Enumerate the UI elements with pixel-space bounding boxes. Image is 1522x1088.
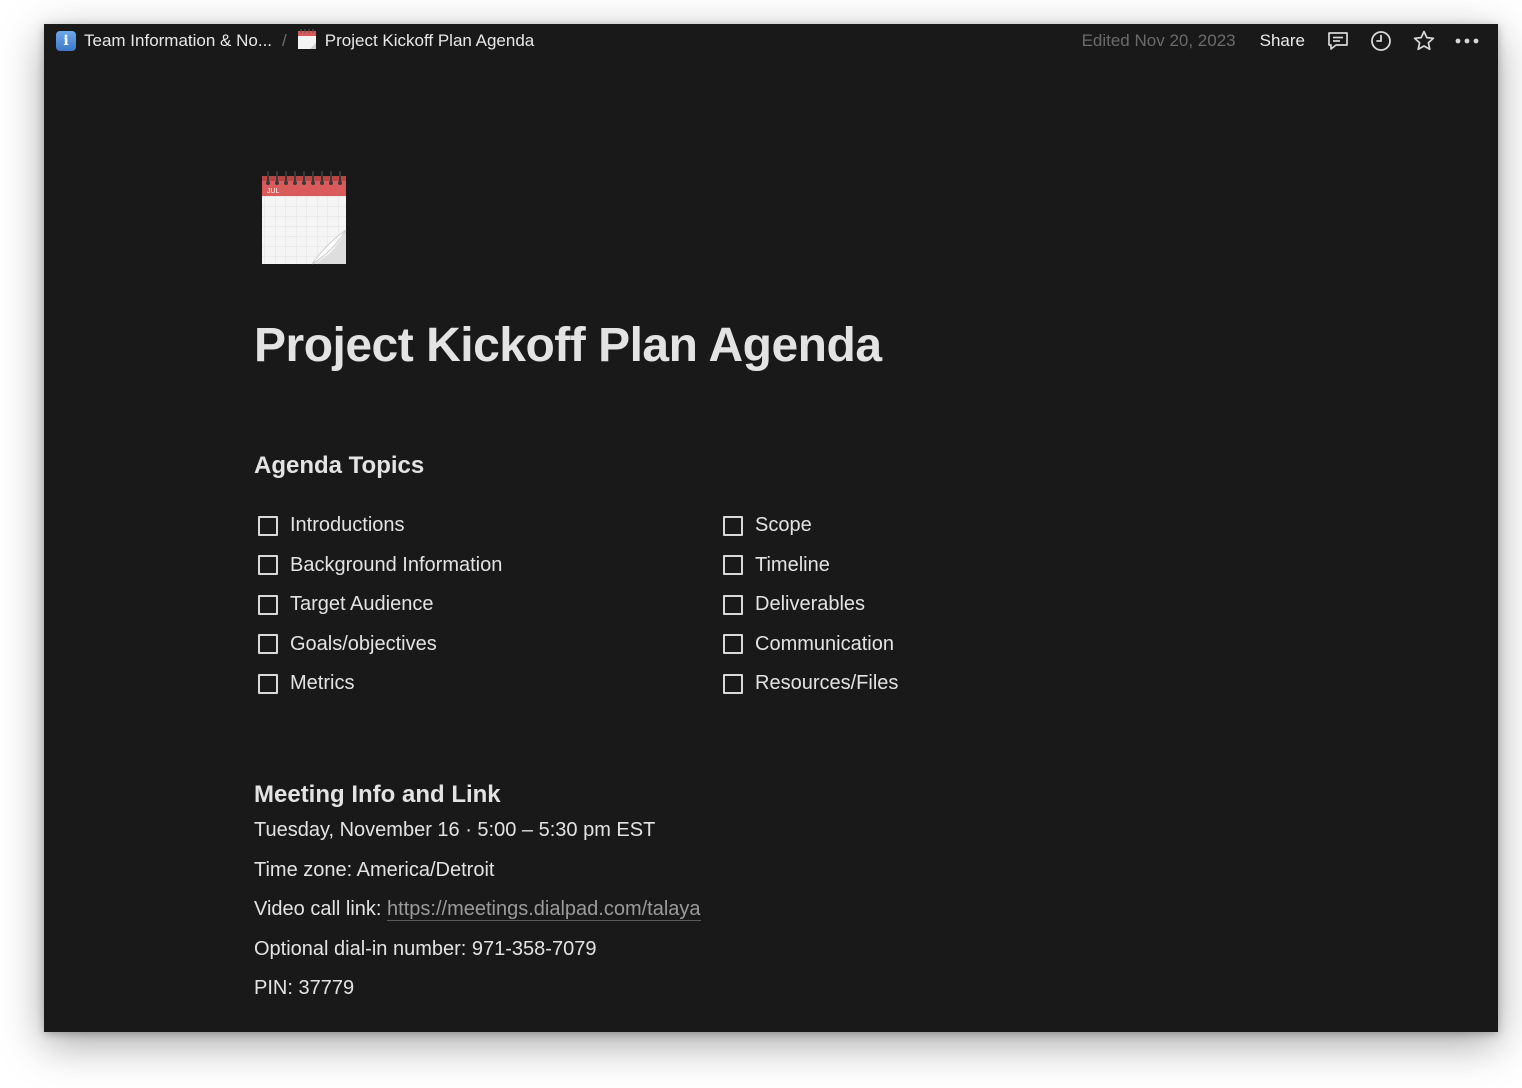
breadcrumb: i Team Information & No... / Project Kic… bbox=[44, 27, 538, 55]
todo-label[interactable]: Communication bbox=[755, 633, 894, 656]
todo-item: Communication bbox=[719, 625, 898, 665]
meeting-pin[interactable]: PIN: 37779 bbox=[254, 975, 701, 1015]
video-call-link[interactable]: https://meetings.dialpad.com/talaya bbox=[387, 898, 701, 921]
meeting-dial-in[interactable]: Optional dial-in number: 971-358-7079 bbox=[254, 936, 701, 976]
video-link-prefix[interactable]: Video call link: bbox=[254, 898, 387, 920]
agenda-heading[interactable]: Agenda Topics bbox=[254, 452, 424, 480]
meeting-info: Tuesday, November 16 · 5:00 – 5:30 pm ES… bbox=[254, 817, 701, 1015]
breadcrumb-current[interactable]: Project Kickoff Plan Agenda bbox=[293, 27, 539, 55]
todo-checkbox[interactable] bbox=[258, 634, 278, 655]
todo-checkbox[interactable] bbox=[723, 634, 743, 655]
todo-label[interactable]: Metrics bbox=[290, 672, 354, 695]
top-bar: i Team Information & No... / Project Kic… bbox=[44, 24, 1498, 58]
todo-item: Target Audience bbox=[254, 585, 502, 625]
todo-label[interactable]: Target Audience bbox=[290, 593, 433, 616]
page-title[interactable]: Project Kickoff Plan Agenda bbox=[254, 318, 882, 373]
meeting-heading[interactable]: Meeting Info and Link bbox=[254, 781, 501, 809]
todo-checkbox[interactable] bbox=[723, 555, 743, 576]
todo-checkbox[interactable] bbox=[258, 515, 278, 536]
todo-checkbox[interactable] bbox=[723, 515, 743, 536]
todo-label[interactable]: Resources/Files bbox=[755, 672, 898, 695]
todo-item: Introductions bbox=[254, 506, 502, 546]
comment-icon[interactable] bbox=[1323, 26, 1353, 56]
todo-checkbox[interactable] bbox=[723, 594, 743, 615]
breadcrumb-parent[interactable]: i Team Information & No... bbox=[52, 27, 276, 55]
todo-item: Scope bbox=[719, 506, 898, 546]
clock-icon[interactable] bbox=[1366, 26, 1396, 56]
agenda-left-column: Introductions Background Information Tar… bbox=[254, 506, 502, 704]
todo-checkbox[interactable] bbox=[258, 555, 278, 576]
todo-label[interactable]: Timeline bbox=[755, 554, 830, 577]
todo-label[interactable]: Deliverables bbox=[755, 593, 865, 616]
breadcrumb-parent-label: Team Information & No... bbox=[84, 31, 273, 50]
meeting-datetime[interactable]: Tuesday, November 16 · 5:00 – 5:30 pm ES… bbox=[254, 817, 701, 857]
page-calendar-icon[interactable]: JUL bbox=[254, 166, 350, 268]
todo-item: Timeline bbox=[719, 546, 898, 586]
info-icon: i bbox=[56, 31, 76, 51]
calendar-month-label: JUL bbox=[267, 188, 280, 195]
todo-label[interactable]: Scope bbox=[755, 514, 812, 537]
star-icon[interactable] bbox=[1409, 26, 1439, 56]
meeting-timezone[interactable]: Time zone: America/Detroit bbox=[254, 857, 701, 897]
notion-window: i Team Information & No... / Project Kic… bbox=[44, 24, 1498, 1032]
todo-checkbox[interactable] bbox=[258, 594, 278, 615]
todo-item: Goals/objectives bbox=[254, 625, 502, 665]
top-actions: Edited Nov 20, 2023 Share bbox=[1082, 24, 1482, 58]
meeting-video-line: Video call link: https://meetings.dialpa… bbox=[254, 896, 701, 936]
edited-timestamp: Edited Nov 20, 2023 bbox=[1081, 31, 1236, 50]
todo-label[interactable]: Background Information bbox=[290, 554, 502, 577]
breadcrumb-current-label: Project Kickoff Plan Agenda bbox=[324, 31, 535, 50]
todo-checkbox[interactable] bbox=[723, 673, 743, 694]
todo-checkbox[interactable] bbox=[258, 673, 278, 694]
calendar-icon bbox=[297, 28, 317, 55]
breadcrumb-separator: / bbox=[282, 31, 287, 50]
todo-item: Background Information bbox=[254, 546, 502, 586]
todo-label[interactable]: Introductions bbox=[290, 514, 405, 537]
share-button[interactable]: Share bbox=[1260, 31, 1305, 51]
todo-item: Resources/Files bbox=[719, 664, 898, 704]
todo-item: Metrics bbox=[254, 664, 502, 704]
todo-label[interactable]: Goals/objectives bbox=[290, 633, 437, 656]
more-icon[interactable] bbox=[1452, 26, 1482, 56]
todo-item: Deliverables bbox=[719, 585, 898, 625]
agenda-right-column: Scope Timeline Deliverables Communicatio… bbox=[719, 506, 898, 704]
